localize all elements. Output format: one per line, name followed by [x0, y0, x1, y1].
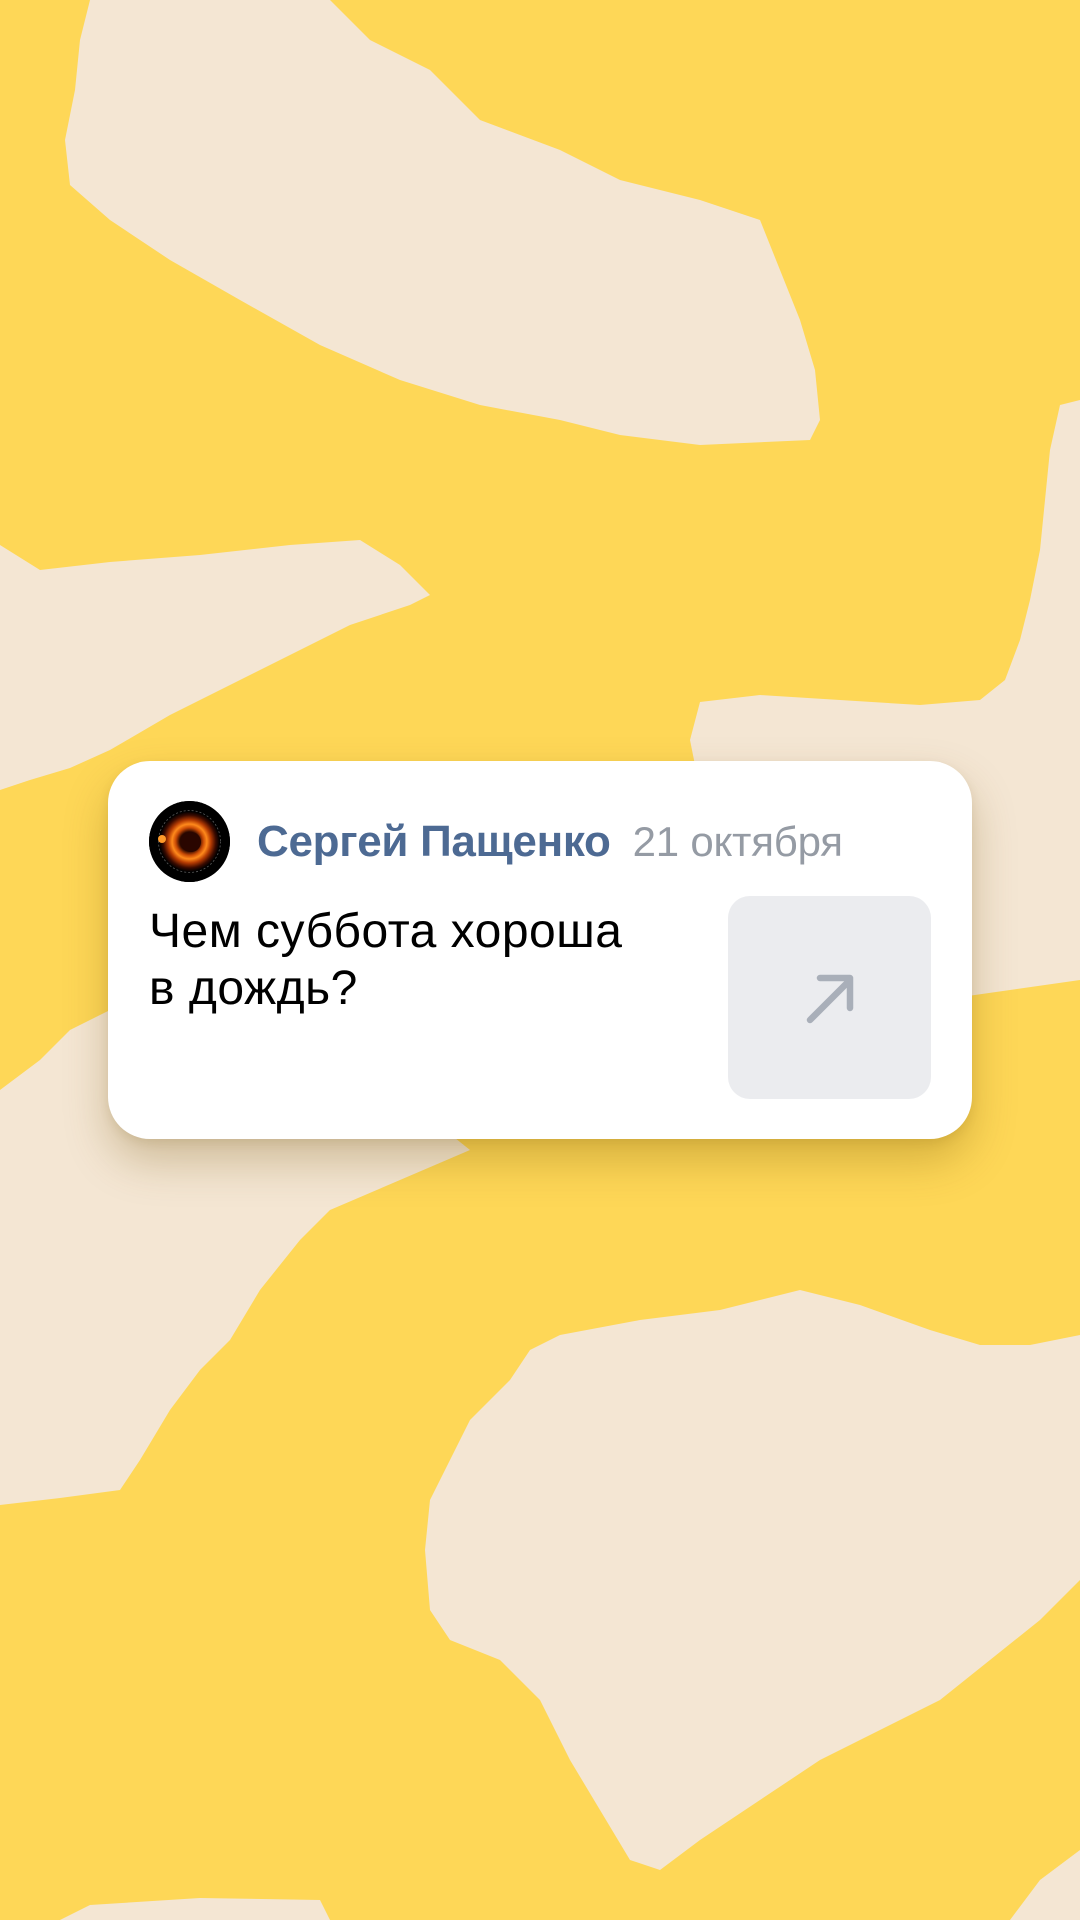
post-text: Чем суббота хороша в дождь?: [149, 905, 623, 1015]
author-name[interactable]: Сергей Пащенко: [257, 817, 611, 867]
open-post-button[interactable]: [728, 896, 931, 1099]
avatar[interactable]: [149, 801, 230, 882]
notification-header: Сергей Пащенко 21 октября: [257, 815, 843, 869]
arrow-up-right-icon: [806, 974, 853, 1023]
notification-card[interactable]: Сергей Пащенко 21 октября Чем суббота хо…: [108, 761, 972, 1139]
black-hole-avatar-icon: [149, 801, 230, 882]
post-date: 21 октября: [632, 818, 843, 865]
